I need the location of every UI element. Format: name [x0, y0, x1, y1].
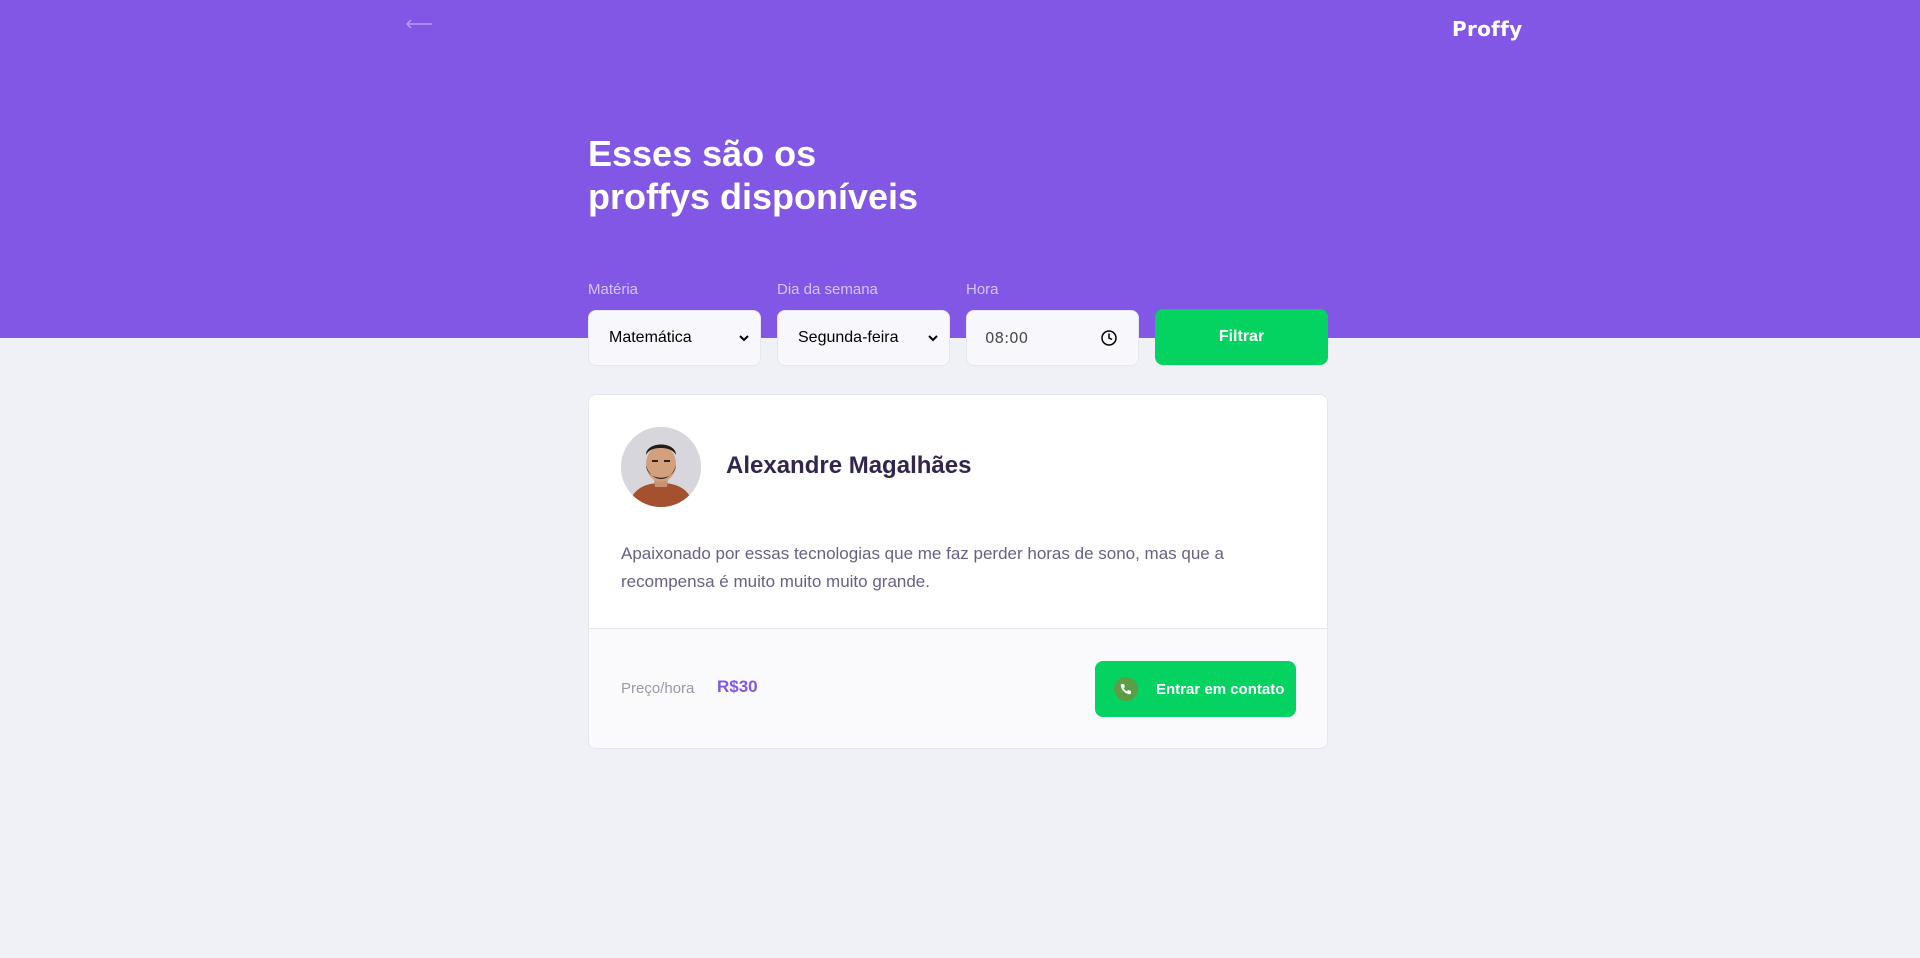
back-button[interactable] — [404, 10, 434, 38]
subject-select[interactable]: Matemática — [588, 310, 761, 366]
week-day-select-value: Segunda-feira — [798, 329, 899, 346]
week-day-select[interactable]: Segunda-feira — [777, 310, 950, 366]
page-title-line1: Esses são os — [588, 133, 817, 174]
time-input-value: 08:00 — [985, 329, 1029, 347]
clock-icon[interactable] — [1100, 329, 1118, 347]
chevron-down-icon — [739, 335, 749, 342]
subject-label: Matéria — [588, 281, 639, 298]
teacher-card: Alexandre Magalhães Apaixonado por essas… — [588, 394, 1328, 749]
time-input[interactable]: 08:00 — [966, 310, 1139, 366]
page-title: Esses são os proffys disponíveis — [588, 132, 1048, 218]
contact-button[interactable]: Entrar em contato — [1095, 661, 1296, 717]
teacher-card-footer: Preço/hora R$30 Entrar em contato — [589, 628, 1327, 748]
whatsapp-icon — [1114, 677, 1138, 701]
filter-button[interactable]: Filtrar — [1155, 309, 1328, 365]
page-header: Proffy Esses são os proffys disponíveis … — [0, 0, 1920, 338]
logo: Proffy — [1452, 17, 1523, 41]
teacher-bio: Apaixonado por essas tecnologias que me … — [621, 544, 1224, 591]
contact-button-label: Entrar em contato — [1156, 680, 1285, 698]
week-day-label: Dia da semana — [777, 281, 878, 298]
chevron-down-icon — [928, 335, 938, 342]
avatar — [621, 427, 701, 507]
time-label: Hora — [966, 281, 999, 298]
subject-select-value: Matemática — [609, 329, 692, 346]
teacher-name: Alexandre Magalhães — [726, 452, 972, 479]
price-label: Preço/hora — [621, 680, 695, 697]
page-title-line2: proffys disponíveis — [588, 176, 919, 217]
price-value: R$30 — [717, 677, 758, 696]
arrow-left-icon — [405, 19, 432, 29]
